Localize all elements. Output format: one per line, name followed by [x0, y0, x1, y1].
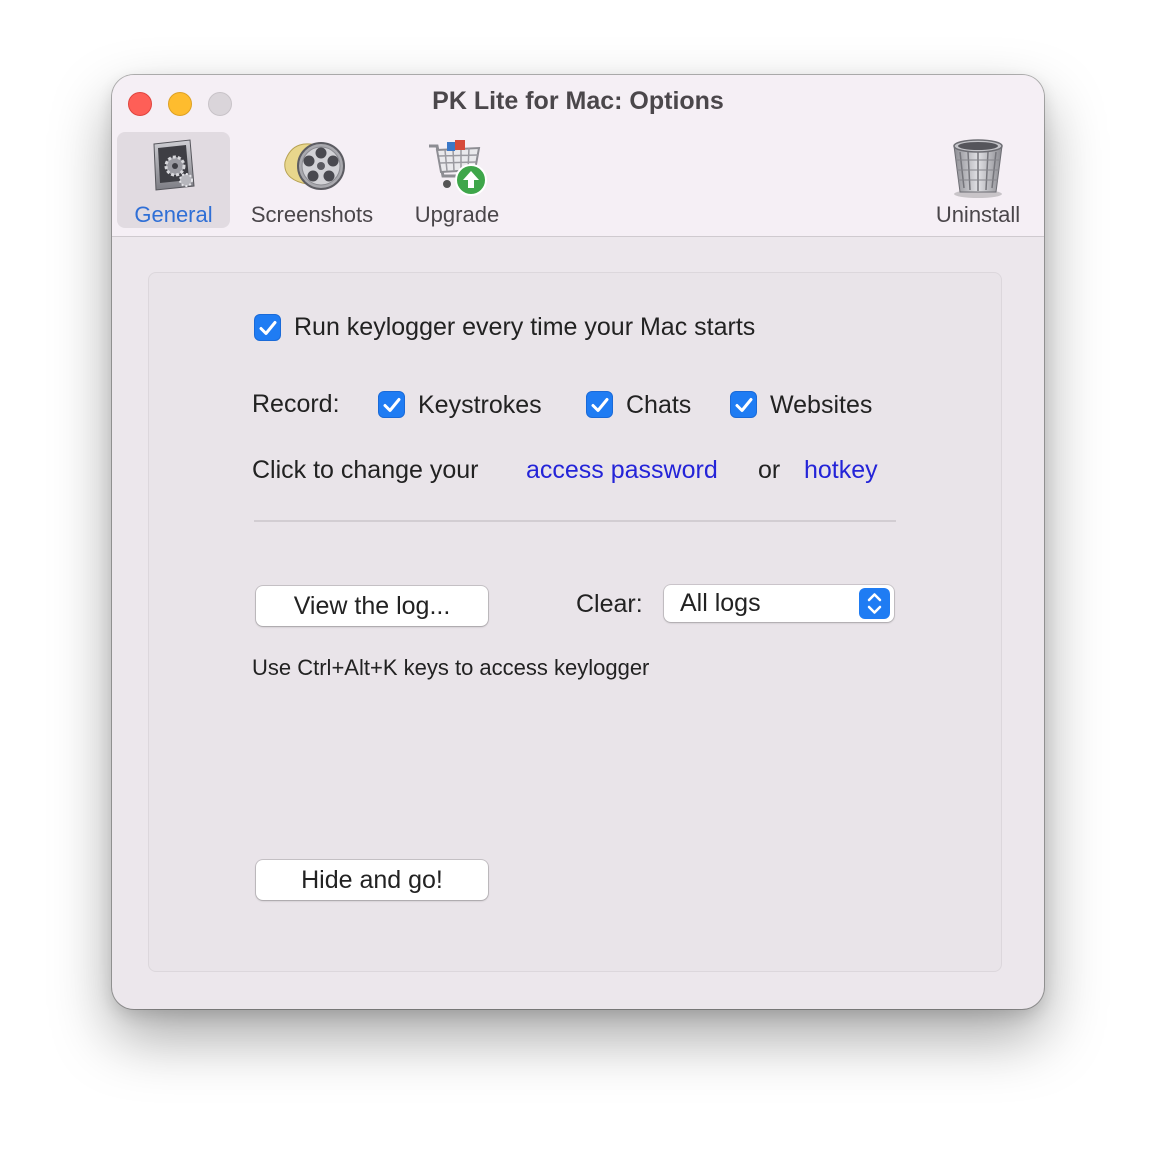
- view-log-button[interactable]: View the log...: [256, 586, 488, 626]
- shopping-cart-upgrade-icon: [425, 136, 489, 203]
- checkmark-icon: [383, 398, 401, 412]
- checkmark-icon: [735, 398, 753, 412]
- checkmark-icon: [259, 321, 277, 335]
- access-password-link[interactable]: access password: [526, 456, 718, 485]
- general-settings-icon: [148, 136, 200, 199]
- general-settings-panel: Run keylogger every time your Mac starts…: [148, 272, 1002, 972]
- tab-screenshots-label: Screenshots: [250, 202, 374, 227]
- chats-checkbox[interactable]: [586, 391, 613, 418]
- tab-screenshots[interactable]: Screenshots: [242, 132, 382, 228]
- clear-logs-select[interactable]: All logs: [664, 585, 894, 622]
- tab-upgrade-label: Upgrade: [414, 202, 500, 227]
- websites-label: Websites: [770, 391, 873, 419]
- title-bar: PK Lite for Mac: Options General Screens…: [112, 75, 1044, 237]
- updown-chevron-icon: [859, 588, 890, 619]
- tab-uninstall[interactable]: Uninstall: [924, 132, 1032, 228]
- checkmark-icon: [591, 398, 609, 412]
- film-reel-icon: [277, 136, 347, 199]
- run-at-startup-label: Run keylogger every time your Mac starts: [294, 313, 756, 341]
- change-prefix-text: Click to change your: [252, 456, 479, 484]
- tab-uninstall-label: Uninstall: [935, 202, 1021, 227]
- tab-general-label: General: [134, 202, 213, 227]
- hotkey-hint-text: Use Ctrl+Alt+K keys to access keylogger: [252, 655, 650, 680]
- keystrokes-label: Keystrokes: [418, 391, 542, 419]
- keystrokes-checkbox[interactable]: [378, 391, 405, 418]
- clear-label: Clear:: [576, 590, 643, 618]
- divider: [254, 520, 896, 522]
- tab-general[interactable]: General: [117, 132, 230, 228]
- or-text: or: [758, 456, 781, 484]
- run-at-startup-checkbox[interactable]: [254, 314, 281, 341]
- chats-label: Chats: [626, 391, 692, 419]
- trash-can-icon: [948, 136, 1008, 205]
- window-title: PK Lite for Mac: Options: [432, 87, 724, 115]
- tab-upgrade[interactable]: Upgrade: [402, 132, 512, 228]
- clear-logs-select-value: All logs: [680, 589, 761, 617]
- hotkey-link[interactable]: hotkey: [804, 456, 878, 485]
- hide-and-go-button[interactable]: Hide and go!: [256, 860, 488, 900]
- record-label: Record:: [252, 390, 340, 418]
- options-window: PK Lite for Mac: Options General Screens…: [112, 75, 1044, 1009]
- websites-checkbox[interactable]: [730, 391, 757, 418]
